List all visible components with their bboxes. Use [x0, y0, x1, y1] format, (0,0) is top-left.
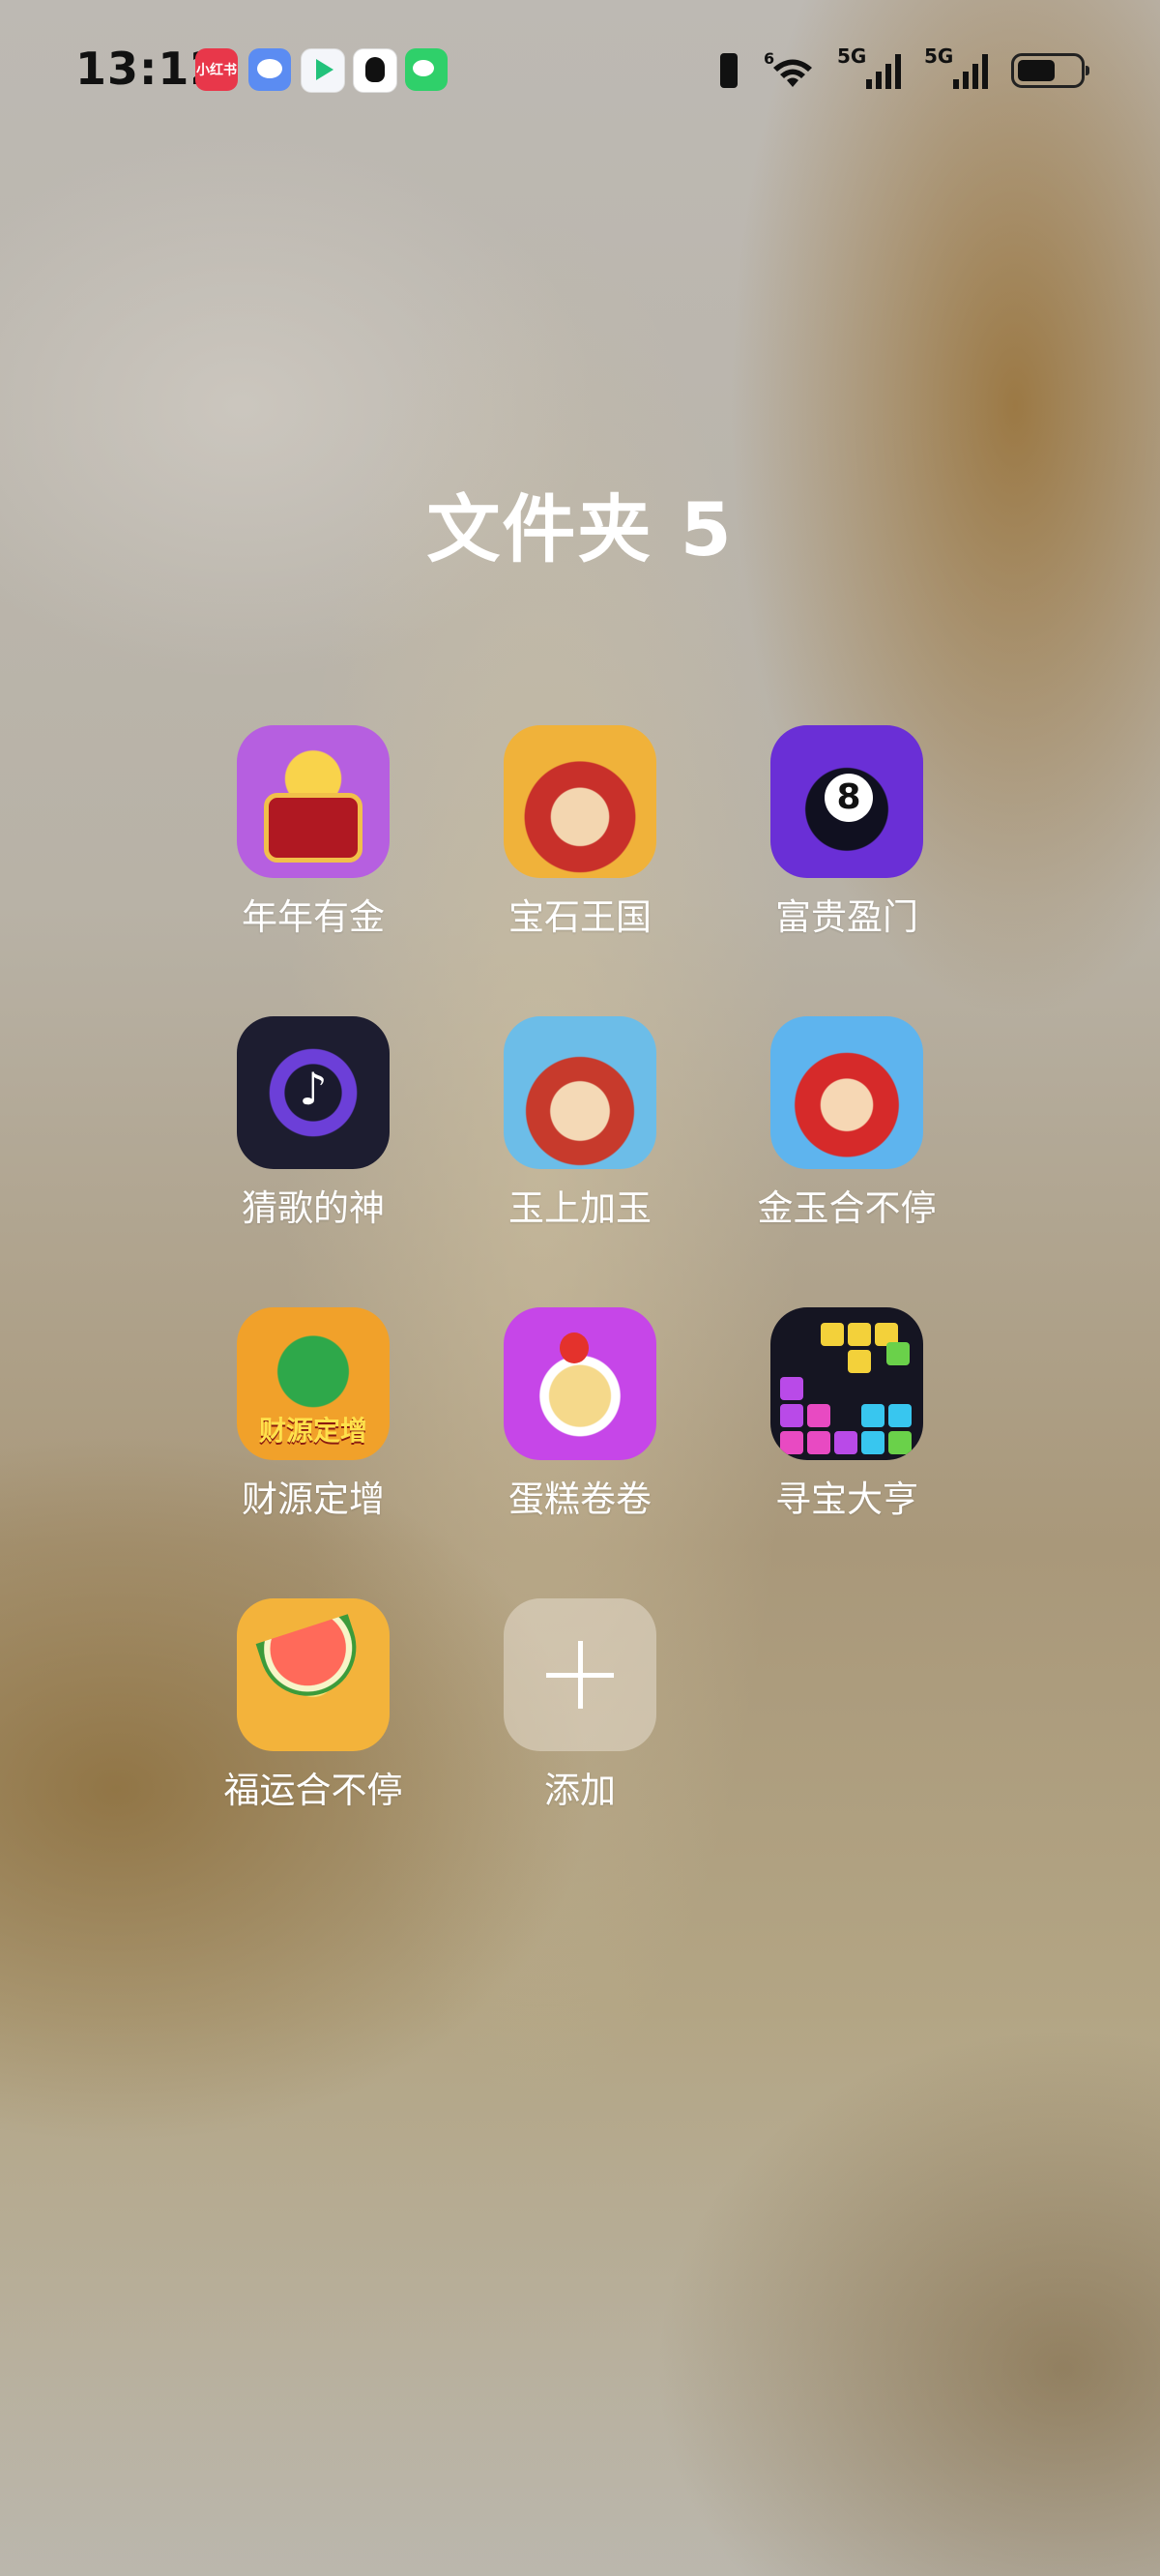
- status-indicators: 6 5G 5G: [710, 44, 1089, 97]
- vibrate-icon: [710, 50, 748, 91]
- add-label: 添加: [544, 1770, 616, 1811]
- network-type-2: 5G: [924, 44, 954, 68]
- app-label: 财源定增: [242, 1478, 385, 1520]
- app-nian-nian-you-jin[interactable]: 年年有金: [188, 725, 439, 940]
- network-type-1: 5G: [837, 44, 867, 68]
- signal-icon-2: 5G: [924, 44, 996, 93]
- watermelon-icon: [237, 1598, 390, 1751]
- music-disc-icon: [237, 1016, 390, 1169]
- app-label: 富贵盈门: [775, 896, 918, 938]
- app-label: 年年有金: [242, 896, 385, 938]
- cake-roll-icon: [504, 1307, 656, 1460]
- wechat-icon: [405, 48, 448, 91]
- wifi-icon: 6: [764, 50, 822, 91]
- qq-icon: [353, 48, 397, 93]
- app-label: 玉上加玉: [508, 1187, 652, 1229]
- app-xun-bao-da-heng[interactable]: 寻宝大亨: [721, 1307, 972, 1522]
- treasure-chest-icon: [237, 725, 390, 878]
- app-yu-shang-jia-yu[interactable]: 玉上加玉: [454, 1016, 706, 1231]
- add-app-button[interactable]: 添加: [454, 1598, 706, 1813]
- messages-icon: [248, 48, 291, 91]
- app-label: 蛋糕卷卷: [508, 1478, 652, 1520]
- signal-icon-1: 5G: [837, 44, 909, 93]
- xiaohongshu-icon: 小红书: [195, 48, 238, 91]
- eight-ball-icon: [770, 725, 923, 878]
- folder-title[interactable]: 文件夹 5: [0, 470, 1160, 576]
- status-bar: 13:12 小红书 6 5G 5G: [0, 0, 1160, 135]
- app-dan-gao-juan-juan[interactable]: 蛋糕卷卷: [454, 1307, 706, 1522]
- plus-icon: [504, 1598, 656, 1751]
- app-label: 金玉合不停: [757, 1187, 937, 1229]
- app-fu-yun-he-bu-ting[interactable]: 福运合不停: [188, 1598, 439, 1813]
- app-label: 寻宝大亨: [775, 1478, 918, 1520]
- boy-character-icon: [770, 1016, 923, 1169]
- app-jin-yu-he-bu-ting[interactable]: 金玉合不停: [721, 1016, 972, 1231]
- app-label: 福运合不停: [223, 1770, 403, 1811]
- battery-icon: [1011, 53, 1089, 88]
- app-label: 猜歌的神: [242, 1187, 385, 1229]
- app-label: 宝石王国: [508, 896, 652, 938]
- fortune-god-icon: [504, 725, 656, 878]
- fortune-god-icon: [504, 1016, 656, 1169]
- app-cai-yuan-ding-zeng[interactable]: 财源定增: [188, 1307, 439, 1522]
- green-gem-icon: [237, 1307, 390, 1460]
- wifi-tag: 6: [764, 50, 774, 68]
- app-cai-ge-de-shen[interactable]: 猜歌的神: [188, 1016, 439, 1231]
- video-app-icon: [301, 48, 345, 93]
- block-puzzle-icon: [770, 1307, 923, 1460]
- app-bao-shi-wang-guo[interactable]: 宝石王国: [454, 725, 706, 940]
- app-fu-gui-ying-men[interactable]: 富贵盈门: [721, 725, 972, 940]
